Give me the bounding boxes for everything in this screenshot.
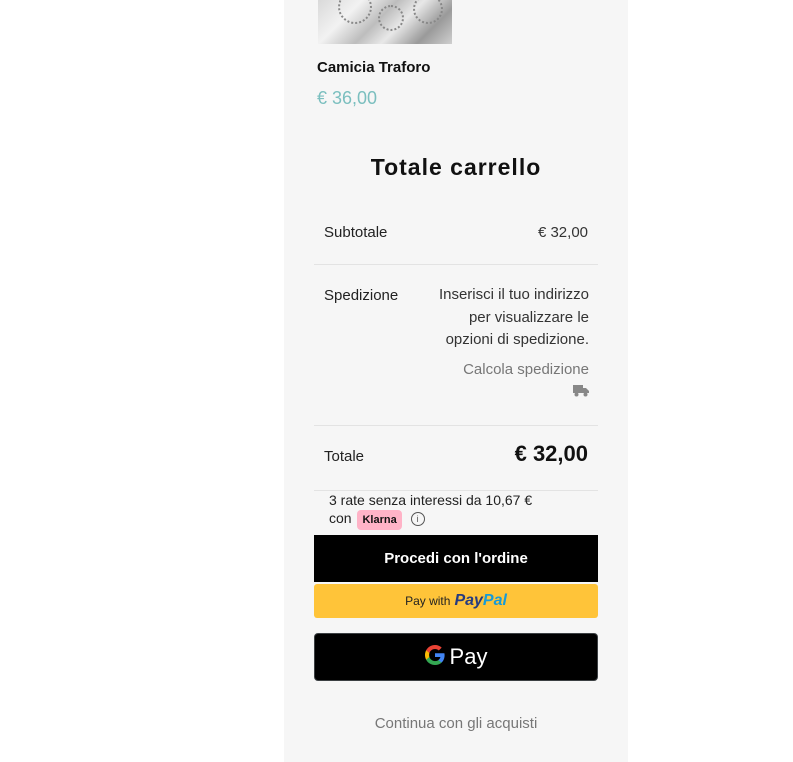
cart-totals-title: Totale carrello — [370, 154, 542, 180]
subtotal-label: Subtotale — [324, 224, 388, 241]
continue-shopping-link[interactable]: Continua con gli acquisti — [314, 715, 598, 732]
product-price: € 36,00 — [317, 88, 378, 108]
klarna-line: 3 rate senza interessi da 10,67 € — [329, 492, 533, 508]
paypal-logo-pay: Pay — [454, 592, 483, 609]
google-pay-label: Pay — [449, 644, 488, 669]
shipping-label: Spedizione — [324, 287, 399, 304]
calculate-shipping-label: Calcola spedizione — [463, 361, 589, 378]
klarna-badge: Klarna — [357, 510, 402, 530]
paypal-prefix: Pay with — [405, 594, 451, 608]
calculate-shipping-link[interactable]: Calcola spedizione — [460, 359, 589, 404]
shipping-info: Inserisci il tuo indirizzo per visualizz… — [438, 286, 589, 348]
total-label: Totale — [324, 448, 365, 465]
klarna-prefix: con — [329, 510, 352, 526]
paypal-button[interactable]: Pay with PayPal — [314, 584, 598, 618]
klarna-installments: 3 rate senza interessi da 10,67 € con Kl… — [329, 491, 532, 530]
product-name[interactable]: Camicia Traforo — [317, 59, 430, 76]
checkout-button[interactable]: Procedi con l'ordine — [314, 535, 598, 582]
truck-icon — [573, 382, 589, 405]
product-image[interactable] — [318, 0, 452, 44]
subtotal-value: € 32,00 — [537, 224, 588, 241]
info-icon[interactable]: i — [410, 512, 425, 527]
google-pay-button[interactable]: Pay — [314, 633, 598, 681]
total-value: € 32,00 — [514, 441, 588, 466]
google-g-icon — [424, 644, 445, 670]
paypal-logo: PayPal — [454, 592, 506, 610]
divider — [314, 425, 598, 426]
paypal-logo-pal: Pal — [482, 592, 507, 609]
divider — [314, 264, 598, 265]
